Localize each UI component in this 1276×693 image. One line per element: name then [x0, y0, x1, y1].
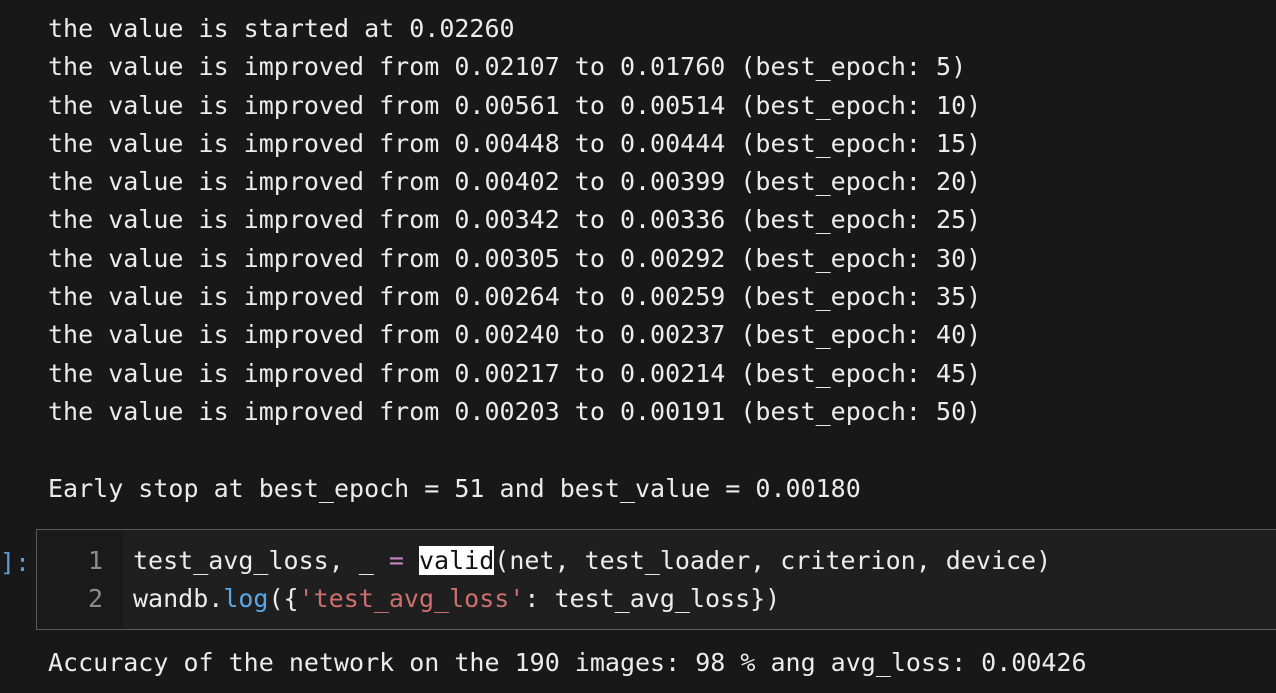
code-text: ({ — [268, 584, 299, 613]
code-text: : test_avg_loss}) — [524, 584, 781, 613]
log-line: the value is started at 0.02260 — [48, 14, 515, 43]
assign-operator: = — [388, 546, 404, 575]
log-line: the value is improved from 0.00240 to 0.… — [48, 320, 982, 350]
cell-result-output: Accuracy of the network on the 190 image… — [48, 648, 1087, 677]
code-line-1[interactable]: test_avg_loss, _ = valid(net, test_loade… — [133, 542, 1051, 580]
code-cell-editor[interactable]: 1 2 test_avg_loss, _ = valid(net, test_l… — [36, 529, 1276, 630]
function-name: log — [223, 584, 269, 613]
selected-word[interactable]: valid — [419, 546, 495, 575]
log-line: the value is improved from 0.00342 to 0.… — [48, 205, 982, 235]
line-number: 1 — [87, 546, 103, 575]
log-line: the value is improved from 0.00264 to 0.… — [48, 282, 982, 312]
early-stop-line: Early stop at best_epoch = 51 and best_v… — [48, 473, 861, 503]
log-line: the value is improved from 0.00402 to 0.… — [48, 167, 982, 197]
line-number-gutter: 1 2 — [37, 530, 123, 629]
log-line: the value is improved from 0.00448 to 0.… — [48, 128, 982, 158]
cell-prompt: ]: — [0, 548, 31, 577]
code-text: test_avg_loss, _ — [133, 546, 389, 575]
log-line: the value is improved from 0.00561 to 0.… — [48, 90, 982, 120]
code-text: (net, test_loader, criterion, device) — [494, 546, 1052, 575]
code-text: wandb. — [133, 584, 224, 613]
line-number: 2 — [87, 584, 103, 613]
notebook-view: the value is started at 0.02260 the valu… — [0, 0, 1276, 693]
cell-output-log: the value is started at 0.02260 the valu… — [48, 10, 981, 508]
log-line: the value is improved from 0.00203 to 0.… — [48, 396, 982, 426]
log-line: the value is improved from 0.02107 to 0.… — [48, 52, 967, 82]
string-literal: 'test_avg_loss' — [298, 584, 525, 613]
code-line-2[interactable]: wandb.log({'test_avg_loss': test_avg_los… — [133, 580, 780, 618]
log-line: the value is improved from 0.00217 to 0.… — [48, 358, 982, 388]
log-line: the value is improved from 0.00305 to 0.… — [48, 243, 982, 273]
